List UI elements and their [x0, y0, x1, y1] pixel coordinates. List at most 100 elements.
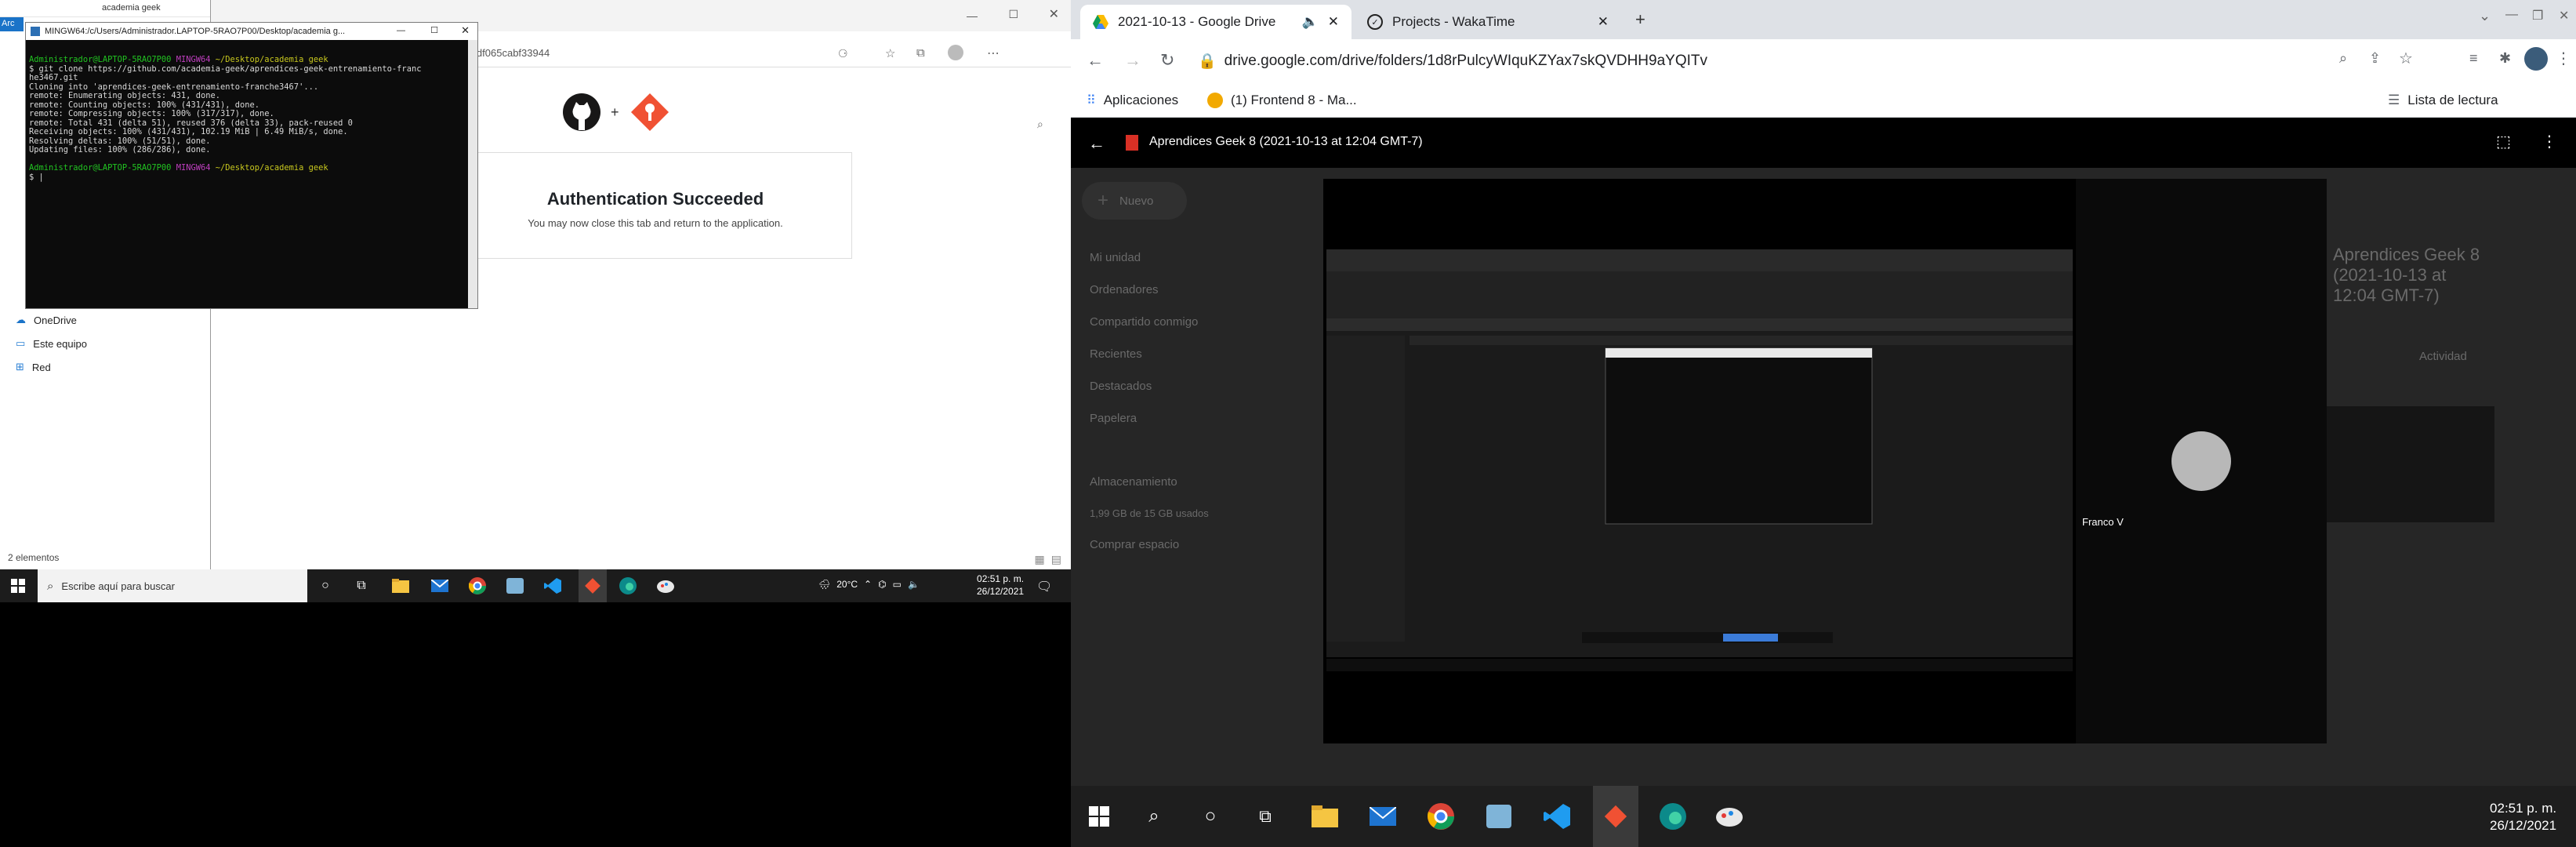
file-explorer-icon[interactable] [390, 576, 411, 596]
minimize-icon[interactable]: — [967, 9, 978, 22]
add-to-drive-icon[interactable]: ⬚ [2496, 132, 2511, 151]
terminal-output[interactable]: Administrador@LAPTOP-5RAO7P00 MINGW64 ~/… [29, 55, 421, 182]
favorite-star-icon[interactable]: ☆ [885, 46, 895, 60]
weather-temp[interactable]: 20°C [836, 579, 858, 590]
video-file-icon [1126, 135, 1138, 151]
more-icon[interactable]: ⋯ [987, 45, 1000, 61]
bookmark-apps[interactable]: ⠿ Aplicaciones [1087, 93, 1178, 108]
vscode-icon[interactable] [542, 576, 563, 596]
edge-icon[interactable] [1656, 799, 1690, 834]
grid-icon[interactable]: ▦ [1035, 553, 1045, 566]
minimize-icon[interactable]: — [397, 26, 405, 35]
cortana-icon[interactable]: ○ [1193, 799, 1228, 834]
google-drive-icon [1093, 15, 1108, 29]
video-frame[interactable] [1323, 179, 2076, 743]
maximize-icon[interactable]: ☐ [430, 25, 438, 35]
extensions-icon[interactable]: ✱ [2499, 50, 2511, 67]
more-icon[interactable]: ⋮ [2556, 49, 2571, 68]
restore-icon[interactable]: ❐ [2532, 8, 2543, 24]
notes-app-icon[interactable] [1482, 799, 1516, 834]
drive-nav-item: Compartido conmigo [1090, 315, 1199, 329]
vscode-icon[interactable] [1540, 799, 1574, 834]
task-view-icon[interactable]: ⧉ [1248, 799, 1283, 834]
search-icon[interactable]: ⌕ [1137, 799, 1171, 834]
nav-item-network[interactable]: ⊞ Red [16, 361, 87, 373]
close-icon[interactable]: ✕ [2559, 8, 2569, 24]
mail-icon[interactable] [1366, 799, 1400, 834]
drive-nav-item: Recientes [1090, 347, 1142, 361]
tab-search-icon[interactable]: ≡ [2469, 50, 2478, 67]
paint-icon[interactable] [655, 576, 676, 596]
bookmark-star-icon[interactable]: ☆ [2399, 49, 2413, 68]
speaker-icon[interactable]: 🔈 [1302, 14, 1319, 30]
taskbar-clock[interactable]: 02:51 p. m. 26/12/2021 [2490, 800, 2556, 834]
more-vert-icon[interactable]: ⋮ [2542, 132, 2557, 151]
right-monitor: 2021-10-13 - Google Drive 🔈 ✕ ✓ Projects… [1071, 0, 2576, 847]
taskbar-clock[interactable]: 02:51 p. m. 26/12/2021 [977, 573, 1024, 598]
zoom-icon[interactable]: ⌕ [2339, 50, 2347, 67]
back-icon[interactable]: ← [1087, 50, 1104, 71]
chevron-down-icon[interactable]: ⌄ [2479, 8, 2491, 24]
bookmark-frontend[interactable]: (1) Frontend 8 - Ma... [1207, 93, 1357, 108]
paint-icon[interactable] [1712, 799, 1747, 834]
volume-icon[interactable]: 🔈 [908, 579, 920, 590]
notification-icon[interactable]: 🗨 [1036, 579, 1052, 594]
layout-icon[interactable]: ▤ [1051, 553, 1061, 566]
close-icon[interactable]: ✕ [461, 24, 470, 37]
nav-item-onedrive[interactable]: ☁ OneDrive [16, 314, 87, 326]
explorer-file-tab[interactable]: Arc [0, 17, 24, 31]
reading-list-icon: ☰ [2388, 93, 2400, 107]
file-explorer-icon[interactable] [1308, 799, 1342, 834]
search-icon: ⌕ [47, 579, 54, 593]
new-label: Nuevo [1119, 194, 1154, 208]
windows-start-icon[interactable] [8, 576, 28, 596]
search-placeholder: Escribe aquí para buscar [61, 580, 175, 592]
clock-date: 26/12/2021 [977, 586, 1025, 597]
cloud-icon: ☁ [16, 314, 26, 325]
chrome-icon[interactable] [1424, 799, 1458, 834]
maximize-icon[interactable]: ☐ [1008, 8, 1018, 21]
share-icon[interactable]: ⇪ [2369, 50, 2381, 67]
bookmark-favicon [1207, 93, 1223, 108]
tab-wakatime[interactable]: ✓ Projects - WakaTime ✕ [1355, 5, 1621, 39]
profile-avatar[interactable] [2524, 47, 2548, 71]
close-icon[interactable]: ✕ [1049, 6, 1059, 22]
tab-google-drive[interactable]: 2021-10-13 - Google Drive 🔈 ✕ [1080, 5, 1351, 39]
edge-icon[interactable] [618, 576, 638, 596]
drive-activity-tab: Actividad [2419, 350, 2467, 363]
network-icon: ⊞ [16, 361, 24, 373]
task-view-icon[interactable]: ⧉ [351, 576, 372, 596]
reading-list[interactable]: ☰ Lista de lectura [2388, 93, 2498, 108]
minimize-icon[interactable]: — [2505, 8, 2518, 22]
right-taskbar: ⌕ ○ ⧉ 02:51 p. m. 26/12/2021 [1071, 786, 2576, 847]
new-tab-icon[interactable]: + [1635, 9, 1645, 30]
close-tab-icon[interactable]: ✕ [1328, 14, 1339, 30]
battery-icon[interactable]: ▭ [893, 579, 902, 590]
git-bash-taskbar-icon[interactable] [579, 569, 607, 602]
tab-label: 2021-10-13 - Google Drive [1118, 14, 1276, 29]
cortana-icon[interactable]: ○ [315, 576, 336, 596]
back-arrow-icon[interactable]: ← [1088, 133, 1105, 154]
chrome-icon[interactable] [467, 576, 488, 596]
network-icon[interactable]: ⌬ [878, 579, 886, 590]
notes-app-icon[interactable] [505, 576, 525, 596]
taskbar-search-box[interactable]: ⌕ Escribe aquí para buscar [38, 569, 307, 602]
forward-icon[interactable]: → [1124, 50, 1141, 71]
profile-avatar[interactable] [948, 45, 963, 60]
git-bash-taskbar-icon[interactable] [1593, 786, 1638, 847]
drive-new-button: + Nuevo [1082, 182, 1187, 220]
terminal-line: Cloning into 'aprendices-geek-entrenamie… [29, 82, 319, 92]
weather-icon[interactable]: 🌧 [818, 579, 830, 590]
reader-icon[interactable]: ⚆ [838, 47, 848, 60]
nav-item-this-pc[interactable]: ▭ Este equipo [16, 337, 87, 350]
chevron-up-icon[interactable]: ⌃ [864, 579, 872, 590]
reload-icon[interactable]: ↻ [1160, 50, 1174, 71]
close-tab-icon[interactable]: ✕ [1598, 14, 1609, 30]
mail-icon[interactable] [430, 576, 450, 596]
omnibox[interactable]: 🔒 drive.google.com/drive/folders/1d8rPul… [1198, 45, 2438, 77]
windows-start-icon[interactable] [1082, 799, 1116, 834]
terminal-scrollbar[interactable] [468, 40, 477, 308]
prompt-path: ~/Desktop/academia geek [215, 55, 328, 64]
search-icon[interactable]: ⌕ [1037, 118, 1043, 131]
collections-icon[interactable]: ⧉ [916, 46, 925, 60]
